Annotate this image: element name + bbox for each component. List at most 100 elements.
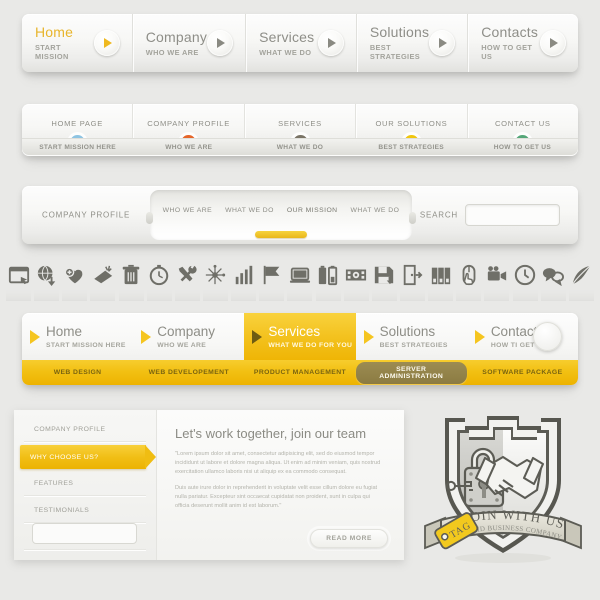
nav-item-services[interactable]: Services WHAT WE DO	[246, 14, 357, 72]
bar-chart-icon[interactable]	[231, 262, 256, 287]
clock-icon[interactable]	[513, 262, 538, 287]
pill-right-nub	[409, 212, 416, 224]
browser-window-icon[interactable]	[6, 262, 31, 287]
trash-bin-icon[interactable]	[119, 262, 144, 287]
ysub-item-2[interactable]: PRODUCT MANAGEMENT	[244, 369, 355, 376]
dotnav-item-2[interactable]: SERVICES	[245, 104, 357, 156]
feather-quill-icon[interactable]	[569, 262, 594, 287]
content-panel: COMPANY PROFILE WHY CHOOSE US? FEATURES …	[14, 410, 404, 560]
dotnav-item-title: COMPANY PROFILE	[147, 119, 230, 128]
search-navigation-bar: COMPANY PROFILE WHO WE ARE WHAT WE DO OU…	[22, 186, 578, 244]
ynav-item-subtitle: BEST STRATEGIES	[379, 342, 448, 349]
heart-plus-icon[interactable]	[62, 262, 87, 287]
video-camera-icon[interactable]	[484, 262, 509, 287]
pill-menu-item-1[interactable]: WHAT WE DO	[225, 207, 274, 214]
status-dot	[292, 135, 308, 143]
ysub-item-label: PRODUCT MANAGEMENT	[253, 369, 347, 376]
sidebar-search-box[interactable]	[32, 523, 137, 544]
pill-menu-item-2[interactable]: OUR MISSION	[287, 207, 338, 214]
ynav-item-company[interactable]: Company WHO WE ARE	[133, 313, 244, 360]
panel-sidebar: COMPANY PROFILE WHY CHOOSE US? FEATURES …	[14, 410, 157, 560]
mouse-hand-icon[interactable]	[456, 262, 481, 287]
compass-icon[interactable]	[203, 262, 228, 287]
ynav-item-title: Solutions	[379, 324, 436, 339]
status-dot	[69, 135, 85, 143]
ynav-item-subtitle: WHAT WE DO FOR YOU	[268, 342, 353, 349]
ysub-item-4[interactable]: SOFTWARE PACKAGE	[467, 369, 578, 376]
play-triangle-icon[interactable]	[317, 30, 344, 56]
exit-door-icon[interactable]	[400, 262, 425, 287]
panel-sidebar-item-1[interactable]: WHY CHOOSE US?	[20, 445, 156, 469]
dotted-navigation-bar: HOME PAGE COMPANY PROFILE SERVICES OUR S…	[22, 104, 578, 156]
ysub-item-label: SOFTWARE PACKAGE	[482, 369, 563, 376]
tools-wrench-screwdriver-icon[interactable]	[175, 262, 200, 287]
ynav-item-home[interactable]: Home START MISSION HERE	[22, 313, 133, 360]
panel-sidebar-item-3[interactable]: TESTIMONIALS	[24, 499, 146, 523]
status-dot	[515, 135, 531, 143]
nav-item-title: Home	[35, 24, 74, 40]
nav-item-company[interactable]: Company WHO WE ARE	[133, 14, 247, 72]
nav-item-subtitle: BEST STRATEGIES	[369, 43, 421, 61]
bar3-submenu-pill: WHO WE ARE WHAT WE DO OUR MISSION WHAT W…	[146, 190, 416, 240]
batteries-icon[interactable]	[316, 262, 341, 287]
ysub-item-label: WEB DEVELOPEMENT	[148, 369, 230, 376]
play-triangle-icon[interactable]	[207, 30, 234, 56]
panel-heading: Let's work together, join our team	[175, 426, 367, 441]
shield-badge: JOIN WITH US SOLID BUSINESS COMPANY TAG	[415, 408, 590, 568]
film-strip-icon[interactable]	[344, 262, 369, 287]
nav-item-subtitle: WHO WE ARE	[145, 47, 199, 57]
floppy-save-icon[interactable]	[372, 262, 397, 287]
send-envelope-icon[interactable]	[90, 262, 115, 287]
dotnav-item-title: CONTACT US	[494, 119, 551, 128]
ysub-item-0[interactable]: WEB DESIGN	[22, 369, 133, 376]
nav-item-subtitle: WHAT WE DO	[259, 47, 312, 57]
play-triangle-icon[interactable]	[539, 30, 566, 56]
nav-item-title: Solutions	[369, 24, 430, 40]
search-box[interactable]	[465, 204, 560, 226]
yellow-navigation-bar: Home START MISSION HERE Company WHO WE A…	[22, 313, 578, 385]
stopwatch-icon[interactable]	[147, 262, 172, 287]
speech-bubbles-icon[interactable]	[541, 262, 566, 287]
chevron-right-icon	[30, 329, 40, 344]
ynav-item-services[interactable]: Services WHAT WE DO FOR YOU	[244, 313, 356, 360]
play-triangle-icon[interactable]	[429, 30, 456, 56]
read-more-button[interactable]: READ MORE	[310, 529, 388, 548]
search-input[interactable]	[466, 205, 559, 225]
dotnav-item-title: OUR SOLUTIONS	[375, 119, 448, 128]
pill-left-nub	[146, 212, 153, 224]
ysub-item-label: WEB DESIGN	[53, 369, 102, 376]
ysub-item-1[interactable]: WEB DEVELOPEMENT	[133, 369, 244, 376]
flag-icon[interactable]	[259, 262, 284, 287]
nav-item-title: Company	[145, 28, 208, 45]
nav-item-home[interactable]: Home START MISSION	[22, 14, 133, 72]
ynav-item-solutions[interactable]: Solutions BEST STRATEGIES	[356, 313, 467, 360]
ysub-item-3[interactable]: SERVER ADMINISTRATION	[355, 361, 467, 384]
nav-item-subtitle: HOW TO GET US	[481, 43, 533, 61]
chevron-right-icon	[141, 329, 152, 344]
sidebar-search-input[interactable]	[33, 524, 136, 543]
dotnav-item-4[interactable]: CONTACT US	[468, 104, 578, 156]
nav-item-contacts[interactable]: Contacts HOW TO GET US	[468, 14, 578, 72]
play-triangle-icon[interactable]	[93, 30, 120, 56]
globe-upload-icon[interactable]	[34, 262, 59, 287]
chevron-right-icon	[252, 329, 263, 344]
binder-folders-icon[interactable]	[428, 262, 453, 287]
dotnav-item-1[interactable]: COMPANY PROFILE	[133, 104, 245, 156]
panel-sidebar-item-2[interactable]: FEATURES	[24, 472, 146, 496]
pill-menu-item-0[interactable]: WHO WE ARE	[163, 207, 212, 214]
pill-menu-item-3[interactable]: WHAT WE DO	[351, 207, 400, 214]
panel-sidebar-item-0[interactable]: COMPANY PROFILE	[24, 418, 146, 442]
dotnav-item-0[interactable]: HOME PAGE	[22, 104, 134, 156]
yellow-submenu-bar: WEB DESIGN WEB DEVELOPEMENT PRODUCT MANA…	[22, 360, 578, 385]
primary-navigation-bar: Home START MISSION Company WHO WE ARE Se…	[22, 14, 578, 72]
ynav-item-title: Home	[46, 324, 83, 339]
circle-button[interactable]	[533, 322, 562, 351]
ysub-item-label: SERVER ADMINISTRATION	[355, 361, 467, 384]
nav-item-title: Contacts	[481, 24, 539, 40]
nav-item-solutions[interactable]: Solutions BEST STRATEGIES	[357, 14, 469, 72]
laptop-icon[interactable]	[287, 262, 312, 287]
nav-item-subtitle: START MISSION	[35, 43, 69, 61]
chevron-right-icon	[363, 329, 374, 344]
dotnav-item-3[interactable]: OUR SOLUTIONS	[356, 104, 468, 156]
panel-paragraph-1: "Lorem ipsum dolor sit amet, consectetur…	[175, 451, 381, 475]
